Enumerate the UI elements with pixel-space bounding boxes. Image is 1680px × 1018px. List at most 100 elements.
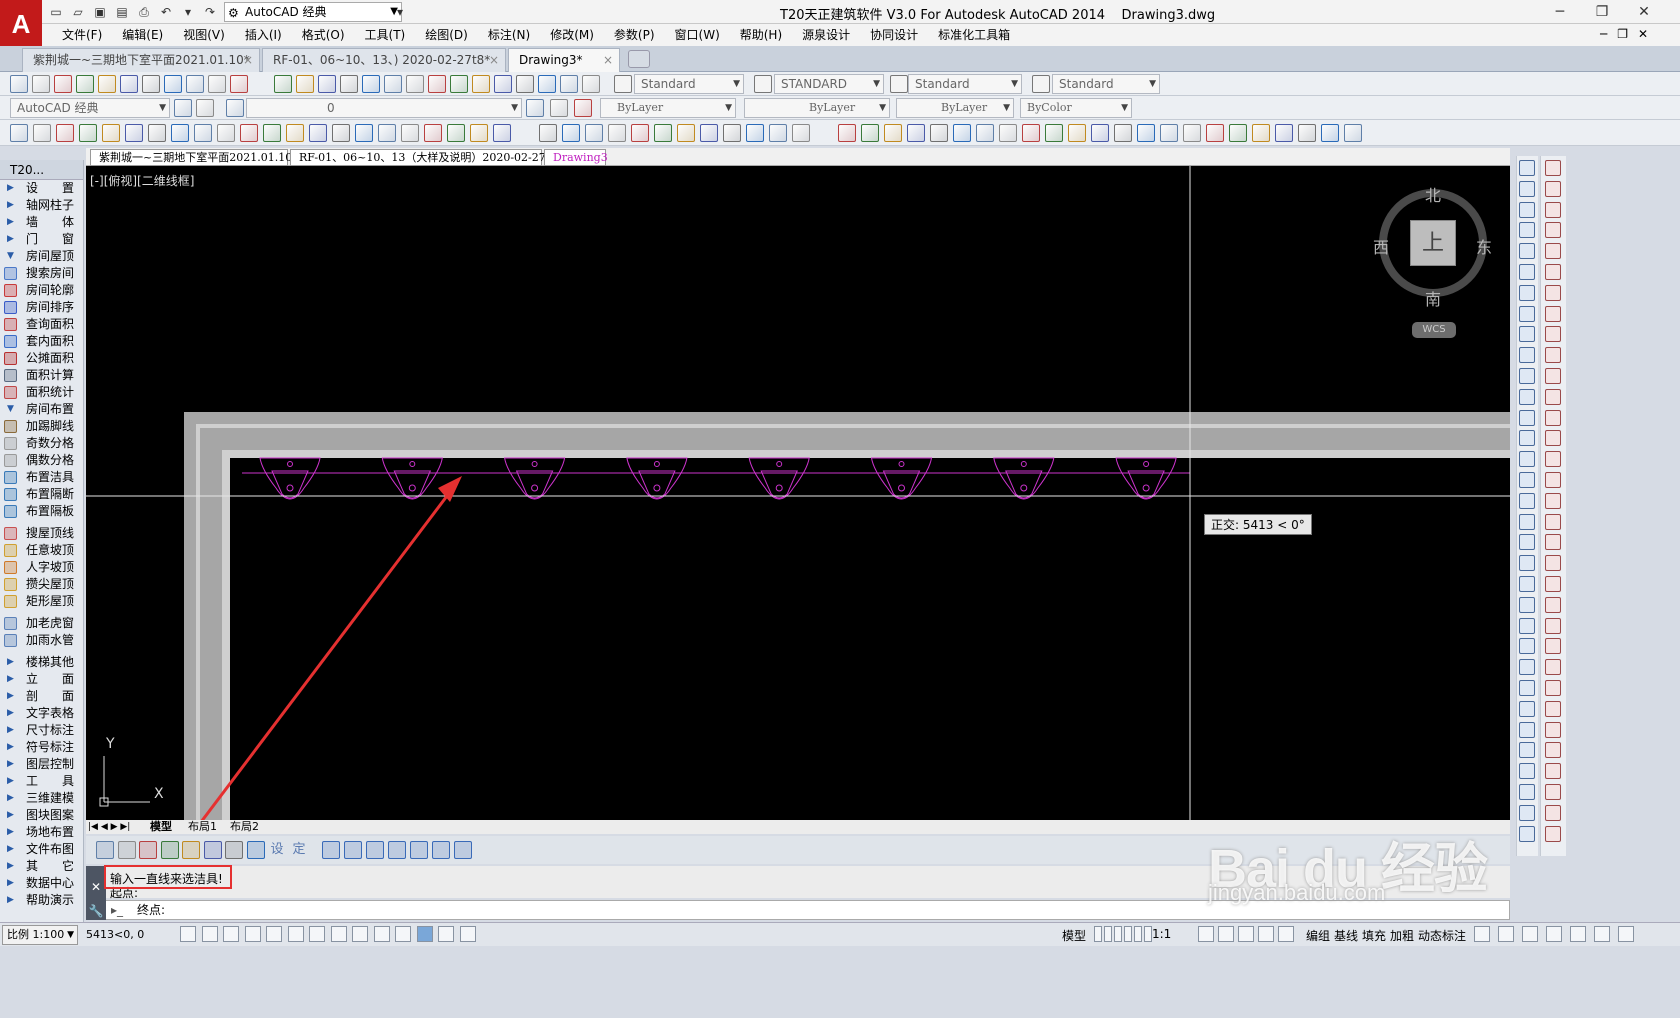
tool-icon-13[interactable] [318,75,336,93]
draw-tool-icon[interactable] [1519,555,1535,572]
drafting-toggle-3[interactable] [244,926,261,942]
menu-item-8[interactable]: 修改(M) [540,24,604,46]
status-button-3[interactable]: 基线 [1334,927,1360,944]
close-window-button[interactable]: ✕ [1624,0,1664,24]
tool-icon-18[interactable] [428,75,446,93]
t20-icon-11[interactable] [263,124,281,142]
text-style-combo[interactable]: Standard ▼ [634,74,744,94]
palette-item[interactable]: ▼ 房间屋顶 [0,248,83,265]
palette-item[interactable]: ▶ 文件布图 [0,841,83,858]
draw-tool-icon[interactable] [1519,492,1535,509]
palette-item[interactable]: ▶ 数据中心 [0,875,83,892]
table-style-combo[interactable]: Standard ▼ [908,74,1022,94]
new-tab-icon[interactable] [628,50,650,68]
draw-tool-icon[interactable] [1519,721,1535,738]
t20-icon-31[interactable] [746,124,764,142]
draw-tool-icon[interactable] [1519,305,1535,322]
t20-icon-32[interactable] [769,124,787,142]
status-tool-1[interactable] [1104,926,1112,942]
t20-icon-55[interactable] [1321,124,1339,142]
t20-icon-6[interactable] [148,124,166,142]
t20-icon-30[interactable] [723,124,741,142]
palette-item[interactable]: 查询面积 [0,316,83,333]
t20-icon-47[interactable] [1137,124,1155,142]
viewcube-top-face[interactable]: 上 [1410,220,1456,266]
t20-icon-33[interactable] [792,124,810,142]
drafting-toggle-6[interactable] [309,926,325,942]
t20-icon-16[interactable] [378,124,396,142]
palette-item[interactable]: ▶ 帮助演示 [0,892,83,909]
t20-icon-2[interactable] [56,124,74,142]
status-tray-icon-0[interactable] [1474,926,1490,942]
color-combo[interactable]: ByLayer ▼ [600,98,736,118]
status-tool-extra-3[interactable] [1258,926,1274,942]
modify-tool-icon[interactable] [1545,430,1561,447]
modify-tool-icon[interactable] [1545,388,1561,405]
palette-item[interactable]: 搜屋顶线 [0,525,83,542]
t20-icon-34[interactable] [838,124,856,142]
qat-customize-icon[interactable]: ▾ [390,2,410,22]
t20-icon-37[interactable] [907,124,925,142]
palette-item[interactable]: ▶ 符号标注 [0,739,83,756]
status-tool-extra-2[interactable] [1238,926,1254,942]
draw-tool-icon[interactable] [1519,742,1535,759]
save-icon[interactable]: ▣ [90,2,110,22]
modify-tool-icon[interactable] [1545,201,1561,218]
quick-tool2-icon-0[interactable] [322,841,340,859]
t20-icon-7[interactable] [171,124,189,142]
t20-icon-10[interactable] [240,124,258,142]
status-tool-extra-1[interactable] [1218,926,1234,942]
tool-icon-2[interactable] [54,75,72,93]
palette-item[interactable]: ▶ 工 具 [0,773,83,790]
tool-icon-10[interactable] [230,75,248,93]
palette-item[interactable]: 人字坡顶 [0,559,83,576]
status-button-0[interactable]: 模型 [1062,927,1090,944]
modify-tool-icon[interactable] [1545,222,1561,239]
modify-tool-icon[interactable] [1545,804,1561,821]
quick-text-button-0[interactable]: 设 [268,841,286,859]
quick-tool2-icon-3[interactable] [388,841,406,859]
wcs-menu[interactable]: WCS [1412,322,1456,338]
dim-style-combo[interactable]: STANDARD ▼ [774,74,884,94]
modify-tool-icon[interactable] [1545,680,1561,696]
t20-icon-35[interactable] [861,124,879,142]
tab-model[interactable]: 模型 [150,820,172,834]
modify-tool-icon[interactable] [1545,700,1561,717]
compass-east[interactable]: 东 [1476,234,1492,258]
undo-dropdown-icon[interactable]: ▾ [178,2,198,22]
t20-icon-53[interactable] [1275,124,1293,142]
t20-icon-9[interactable] [217,124,235,142]
tool-icon-8[interactable] [186,75,204,93]
menu-item-4[interactable]: 格式(O) [292,24,355,46]
tool-icon-20[interactable] [472,75,490,93]
workspace-combo[interactable]: AutoCAD 经典 ▼ [10,98,170,118]
menu-item-14[interactable]: 标准化工具箱 [928,24,1020,46]
modify-tool-icon[interactable] [1545,555,1561,572]
close-icon[interactable]: ✕ [86,880,106,894]
coordinate-readout[interactable]: 5413<0, 0 [86,928,144,941]
status-tray-icon-6[interactable] [1618,926,1634,942]
t20-icon-36[interactable] [884,124,902,142]
tool-icon-1[interactable] [32,75,50,93]
menu-item-7[interactable]: 标注(N) [478,24,540,46]
close-icon[interactable]: × [243,49,253,71]
status-tray-icon-2[interactable] [1522,926,1538,942]
t20-icon-15[interactable] [355,124,373,142]
palette-item[interactable]: ▶ 立 面 [0,671,83,688]
palette-item[interactable]: 加雨水管 [0,632,83,649]
draw-tool-icon[interactable] [1519,347,1535,364]
status-button-6[interactable]: 动态标注 [1418,927,1470,944]
menu-item-0[interactable]: 文件(F) [52,24,112,46]
drafting-toggle-5[interactable] [287,926,304,942]
draw-tool-icon[interactable] [1519,576,1535,592]
t20-icon-12[interactable] [286,124,304,142]
modify-tool-icon[interactable] [1545,617,1561,634]
t20-icon-52[interactable] [1252,124,1270,142]
t20-icon-54[interactable] [1298,124,1316,142]
drafting-toggle-0[interactable] [180,926,196,942]
quick-tool2-icon-1[interactable] [344,841,362,859]
menu-item-9[interactable]: 参数(P) [604,24,665,46]
t20-icon-21[interactable] [493,124,511,142]
t20-icon-20[interactable] [470,124,488,142]
t20-icon-3[interactable] [79,124,97,142]
